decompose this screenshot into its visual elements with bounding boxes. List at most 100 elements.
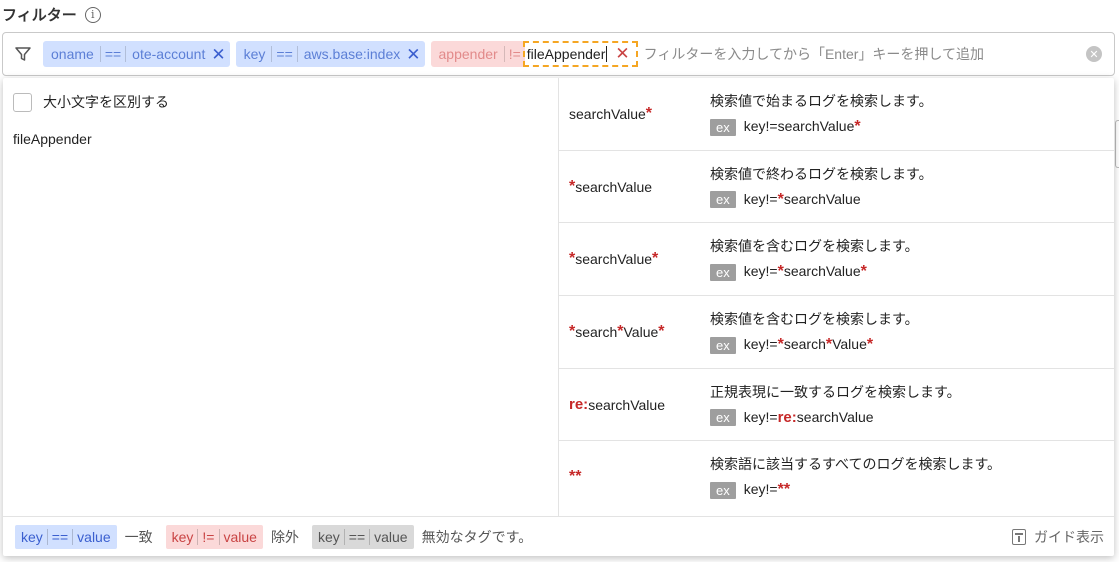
chip-operator[interactable]: !=	[503, 46, 525, 62]
legend-disabled-tag: key == value	[311, 524, 414, 549]
chip-value: aws.base:index	[303, 46, 401, 62]
pattern-text: key!=	[743, 408, 778, 425]
syntax-help-row: * searchValue * 検索値を含むログを検索します。 ex key!=*sear…	[559, 223, 1114, 297]
guide-icon	[1012, 529, 1026, 545]
pattern-text: key!=	[743, 336, 778, 353]
wildcard-star: *	[866, 336, 874, 354]
filter-chip-oname[interactable]: oname == ote-account ✕	[43, 41, 230, 67]
example-text: key!=searchValue*	[744, 118, 861, 136]
legend-exclude-text: 除外	[270, 528, 299, 545]
clear-all-icon[interactable]: ✕	[1086, 46, 1102, 62]
chip-value-editor[interactable]: fileAppender ✕	[522, 41, 638, 67]
syntax-pattern: * searchValue	[569, 151, 652, 223]
filter-dropdown-panel: 大小文字を区別する fileAppender searchValue * 検索値で始…	[3, 78, 1114, 556]
syntax-description: 検索値を含むログを検索します。	[710, 238, 919, 255]
legend-include-tag: key == value	[15, 524, 117, 549]
pattern-text: key!=	[743, 190, 778, 207]
syntax-pattern: **	[569, 441, 581, 513]
pattern-text: key!=	[743, 481, 778, 498]
case-sensitive-checkbox[interactable]	[13, 92, 32, 112]
pattern-text: searchValue	[783, 263, 861, 280]
pattern-text: searchValue	[575, 178, 653, 195]
example-badge: ex	[710, 336, 736, 354]
syntax-help-row: ** 検索語に該当するすべてのログを検索します。 ex key!=**	[559, 441, 1114, 514]
legend-footer: key == value 一致 key != value 除外 key == value 無…	[3, 516, 1114, 556]
wildcard-star: *	[860, 263, 867, 281]
text-caret	[606, 46, 608, 62]
chip-value-input[interactable]: fileAppender	[527, 46, 606, 62]
chip-remove-icon[interactable]: ✕	[615, 44, 629, 64]
info-icon[interactable]: i	[84, 6, 101, 23]
syntax-description: 検索語に該当するすべてのログを検索します。	[710, 456, 1002, 473]
example-badge: ex	[710, 481, 736, 499]
example-badge: ex	[710, 118, 736, 136]
example-text: key!=*searchValue*	[744, 263, 867, 281]
pattern-text: searchValue	[588, 396, 665, 413]
pattern-text: search	[575, 324, 618, 341]
case-sensitive-option[interactable]: 大小文字を区別する	[13, 92, 169, 112]
example-text: key!=re:searchValue	[744, 409, 874, 426]
pattern-text: searchValue	[575, 251, 653, 268]
background-scroll-handle[interactable]	[1115, 120, 1119, 168]
syntax-description: 正規表現に一致するログを検索します。	[710, 383, 961, 400]
legend-disabled-text: 無効なタグです。	[421, 528, 533, 545]
case-sensitive-label: 大小文字を区別する	[43, 94, 169, 110]
pattern-text: Value	[623, 324, 659, 341]
syntax-help-row: * searchValue 検索値で終わるログを検索します。 ex key!=*sear…	[559, 151, 1114, 224]
pattern-text: searchValue	[569, 106, 646, 122]
syntax-pattern: * search * Value *	[569, 296, 665, 368]
wildcard-star: **	[777, 481, 791, 499]
chip-operator[interactable]: ==	[271, 46, 298, 62]
wildcard-star: *	[854, 118, 861, 135]
filter-chip-appender[interactable]: appender !=	[430, 41, 525, 67]
syntax-help-row: searchValue * 検索値で始まるログを検索します。 ex key!=searc…	[559, 78, 1114, 151]
syntax-description: 検索値で始まるログを検索します。	[710, 93, 933, 109]
chip-remove-icon[interactable]: ✕	[211, 46, 225, 63]
filter-chip-key[interactable]: key == aws.base:index ✕	[235, 41, 425, 67]
example-text: key!=**	[744, 481, 790, 499]
syntax-help-column: searchValue * 検索値で始まるログを検索します。 ex key!=searc…	[559, 78, 1114, 516]
pattern-text: Value	[832, 336, 867, 353]
pattern-text: search	[783, 336, 826, 353]
suggestion-item[interactable]: fileAppender	[13, 131, 92, 147]
pattern-text: searchValue	[796, 408, 874, 425]
chip-operator[interactable]: ==	[99, 46, 127, 62]
wildcard-star: *	[645, 105, 653, 122]
syntax-description: 検索値で終わるログを検索します。	[710, 165, 933, 182]
syntax-example: ex key!=*search*Value*	[710, 336, 873, 354]
syntax-pattern: searchValue *	[569, 78, 652, 150]
wildcard-star: *	[652, 250, 659, 268]
example-text: key!=*search*Value*	[744, 336, 873, 354]
guide-toggle-button[interactable]: ガイド表示	[1012, 517, 1104, 557]
suggestion-column: 大小文字を区別する fileAppender	[3, 78, 559, 516]
example-badge: ex	[710, 263, 736, 281]
chip-remove-icon[interactable]: ✕	[406, 46, 420, 63]
wildcard-star: *	[658, 323, 665, 341]
syntax-example: ex key!=*searchValue	[710, 191, 861, 209]
filter-funnel-icon	[3, 32, 43, 76]
filter-input-bar[interactable]: oname == ote-account ✕ key == aws.base:i…	[2, 32, 1115, 76]
example-text: key!=*searchValue	[744, 191, 861, 209]
example-badge: ex	[710, 191, 736, 209]
syntax-help-row: * search * Value * 検索値を含むログを検索します。 ex key!=*sea…	[559, 296, 1114, 369]
syntax-example: ex key!=re:searchValue	[710, 408, 874, 426]
syntax-description: 検索値を含むログを検索します。	[710, 311, 919, 328]
regex-prefix: re:	[569, 396, 589, 414]
syntax-example: ex key!=searchValue*	[710, 118, 861, 136]
filter-placeholder[interactable]: フィルターを入力してから「Enter」キーを押して追加	[644, 44, 1086, 64]
guide-label: ガイド表示	[1034, 529, 1104, 545]
syntax-pattern: * searchValue *	[569, 223, 658, 295]
syntax-example: ex key!=*searchValue*	[710, 263, 867, 281]
chip-value: ote-account	[132, 46, 206, 62]
legend-exclude-tag: key != value	[165, 524, 263, 549]
pattern-text: key!=searchValue	[743, 118, 855, 134]
pattern-text: searchValue	[783, 190, 861, 207]
chip-key: oname	[51, 46, 94, 62]
pattern-text: key!=	[743, 263, 778, 280]
syntax-help-row: re: searchValue 正規表現に一致するログを検索します。 ex key!=r…	[559, 369, 1114, 442]
example-badge: ex	[710, 408, 736, 426]
regex-prefix: re:	[777, 408, 797, 426]
chip-key: appender	[438, 46, 498, 62]
wildcard-star: **	[569, 468, 582, 486]
chip-key: key	[243, 46, 266, 62]
